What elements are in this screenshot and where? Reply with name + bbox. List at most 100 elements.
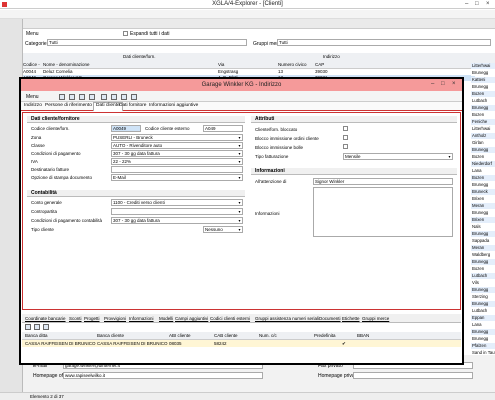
homepage-private-field[interactable] bbox=[353, 372, 473, 379]
tab-documenti[interactable]: Documenti bbox=[319, 316, 341, 321]
list-item[interactable]: Brunegg bbox=[471, 147, 495, 153]
chevron-down-icon[interactable]: ▾ bbox=[237, 135, 242, 140]
list-item[interactable]: Vils bbox=[471, 280, 495, 286]
minimize-icon[interactable]: – bbox=[465, 1, 468, 7]
first-record-icon[interactable] bbox=[101, 94, 107, 100]
list-item[interactable]: Lutbach bbox=[471, 273, 495, 279]
list-item[interactable]: Pfalzen bbox=[471, 343, 495, 349]
col-company-bank[interactable]: Banca ditta bbox=[25, 333, 48, 338]
col-name[interactable]: Nome - denominazione bbox=[43, 62, 90, 67]
list-item[interactable]: Brixen bbox=[471, 196, 495, 202]
tab-dati-fornitore[interactable]: Dati fornitore bbox=[119, 103, 146, 108]
group-select[interactable]: Tutti bbox=[277, 39, 491, 46]
delivery-blocked-checkbox[interactable] bbox=[343, 144, 348, 149]
list-item[interactable]: Feniche bbox=[471, 119, 495, 125]
recipient-field[interactable] bbox=[111, 166, 243, 173]
col-bban[interactable]: BBAN bbox=[357, 333, 369, 338]
orders-blocked-checkbox[interactable] bbox=[343, 135, 348, 140]
tab-codici-clienti[interactable]: Codici clienti esterni bbox=[210, 316, 250, 321]
chevron-down-icon[interactable]: ▾ bbox=[237, 200, 242, 205]
acc-payment-select[interactable]: 307 - 30 gg data fattura ▾ bbox=[111, 217, 243, 224]
list-item[interactable]: Girlan bbox=[471, 140, 495, 146]
list-item[interactable]: Brunegg bbox=[471, 210, 495, 216]
col-client-bank[interactable]: Banca cliente bbox=[97, 333, 124, 338]
list-item[interactable]: Brunegg bbox=[471, 329, 495, 335]
list-item[interactable]: Litterhwai bbox=[471, 63, 495, 69]
table-row[interactable]: CASSA RAIFFEISEN DI BRUNICO CASSA RAIFFE… bbox=[22, 340, 461, 347]
list-item[interactable]: Lana bbox=[471, 322, 495, 328]
tab-sconti[interactable]: Sconti bbox=[69, 316, 82, 321]
list-item[interactable]: Brunegg bbox=[471, 231, 495, 237]
list-item[interactable]: Brunegg bbox=[471, 259, 495, 265]
chevron-down-icon[interactable]: ▾ bbox=[237, 175, 242, 180]
prev-record-icon[interactable] bbox=[111, 94, 117, 100]
account-select[interactable]: 1100 - Crediti verso clienti ▾ bbox=[111, 199, 243, 206]
tab-gruppi-merce[interactable]: Gruppi merce bbox=[362, 316, 389, 321]
undo-icon[interactable] bbox=[89, 94, 95, 100]
chevron-down-icon[interactable]: ▾ bbox=[237, 159, 242, 164]
invoice-type-select[interactable]: Mensile ▾ bbox=[343, 153, 453, 160]
list-item[interactable]: Lana bbox=[471, 168, 495, 174]
tab-informazioni[interactable]: Informazioni bbox=[129, 316, 154, 321]
minimize-icon[interactable]: – bbox=[431, 81, 434, 87]
attention-field[interactable]: Signor Winkler bbox=[313, 178, 453, 185]
col-cab[interactable]: CAB cliente bbox=[214, 333, 238, 338]
close-icon[interactable]: × bbox=[486, 1, 490, 7]
tab-campi-aggiuntivi[interactable]: Campi aggiuntivi bbox=[175, 316, 208, 321]
delete-icon[interactable] bbox=[79, 94, 85, 100]
list-item[interactable]: Bozen bbox=[471, 112, 495, 118]
tab-etichette[interactable]: Etichette bbox=[342, 316, 360, 321]
list-item[interactable]: Nals bbox=[471, 224, 495, 230]
list-item[interactable]: Lutbach bbox=[471, 98, 495, 104]
list-item[interactable]: Brunegg bbox=[471, 105, 495, 111]
vat-select[interactable]: 22 - 22% ▾ bbox=[111, 158, 243, 165]
list-item[interactable]: Litterhwai bbox=[471, 126, 495, 132]
blocked-checkbox[interactable] bbox=[343, 126, 348, 131]
print-icon[interactable] bbox=[69, 94, 75, 100]
payment-select[interactable]: 307 - 30 gg data fattura ▾ bbox=[111, 150, 243, 157]
list-item[interactable]: Meran bbox=[471, 245, 495, 251]
class-select[interactable]: AUTO - Rivenditore auto ▾ bbox=[111, 142, 243, 149]
open-icon[interactable] bbox=[34, 324, 40, 330]
tab-indirizzo[interactable]: Indirizzo bbox=[24, 103, 42, 108]
list-item[interactable]: Meran bbox=[471, 203, 495, 209]
col-street[interactable]: Via bbox=[218, 62, 224, 67]
chevron-down-icon[interactable]: ▾ bbox=[237, 209, 242, 214]
chevron-down-icon[interactable]: ▾ bbox=[237, 227, 242, 232]
list-item[interactable]: Brunegg bbox=[471, 336, 495, 342]
check-icon[interactable]: ✔ bbox=[342, 341, 346, 347]
list-item[interactable]: Brunegg bbox=[471, 301, 495, 307]
list-item[interactable]: Waldberg bbox=[471, 252, 495, 258]
tab-modelli[interactable]: Modelli bbox=[159, 316, 173, 321]
list-item[interactable]: Bozen bbox=[471, 266, 495, 272]
tab-info-aggiuntive[interactable]: Informazioni aggiuntive bbox=[149, 103, 198, 108]
expand-checkbox[interactable] bbox=[123, 31, 128, 36]
list-item[interactable]: Bozen bbox=[471, 154, 495, 160]
homepage-field[interactable]: www.rapiseelwilko.it bbox=[63, 372, 263, 379]
col-default[interactable]: Predefinita bbox=[314, 333, 336, 338]
chevron-down-icon[interactable]: ▾ bbox=[237, 143, 242, 148]
list-item[interactable]: Katteni bbox=[471, 77, 495, 83]
code-field[interactable]: A0049 bbox=[111, 125, 141, 132]
list-item[interactable]: Antholz bbox=[471, 133, 495, 139]
client-type-select[interactable]: Nessuno ▾ bbox=[203, 226, 243, 233]
list-item[interactable]: Bozen bbox=[471, 175, 495, 181]
list-item[interactable]: Sappada bbox=[471, 238, 495, 244]
list-item[interactable]: Bozen bbox=[471, 91, 495, 97]
chevron-down-icon[interactable]: ▾ bbox=[237, 218, 242, 223]
list-item[interactable]: Bruneck bbox=[471, 189, 495, 195]
chevron-down-icon[interactable]: ▾ bbox=[447, 154, 452, 159]
counter-select[interactable]: ▾ bbox=[111, 208, 243, 215]
list-item[interactable]: Eppan bbox=[471, 315, 495, 321]
list-item[interactable]: Brunegg bbox=[471, 70, 495, 76]
list-item[interactable]: Niederdorf bbox=[471, 161, 495, 167]
tab-coordinate-bancarie[interactable]: Coordinate bancarie bbox=[25, 316, 66, 321]
menu-button[interactable]: Menu bbox=[26, 31, 39, 37]
print-option-select[interactable]: E-Mail ▾ bbox=[111, 174, 243, 181]
list-item[interactable]: Brixen bbox=[471, 217, 495, 223]
tab-persone[interactable]: Persone di riferimento bbox=[45, 103, 92, 108]
info-textarea[interactable] bbox=[313, 187, 453, 237]
save-icon[interactable] bbox=[59, 94, 65, 100]
maximize-icon[interactable]: □ bbox=[475, 1, 479, 7]
category-select[interactable]: Tutti bbox=[47, 39, 247, 46]
